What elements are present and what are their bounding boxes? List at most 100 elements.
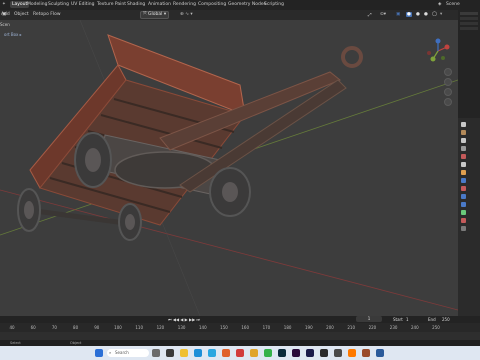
start-frame-value[interactable]: 1 xyxy=(406,317,409,322)
end-frame-label: End xyxy=(428,317,436,322)
grid-view-icon[interactable] xyxy=(444,98,452,106)
outliner-label: Scen xyxy=(0,22,10,27)
gizmo-toggle-icon[interactable]: ⤢ xyxy=(368,12,372,18)
zoom-icon[interactable] xyxy=(444,68,452,76)
timeline-tick-label: 40 xyxy=(9,325,15,330)
material-tab-icon[interactable] xyxy=(461,218,466,223)
tab-animation[interactable]: Animation xyxy=(148,2,171,7)
modifier-tab-icon[interactable] xyxy=(461,178,466,183)
orientation-value: Global xyxy=(148,12,163,17)
premiere-icon[interactable] xyxy=(292,349,300,357)
app-green-icon[interactable] xyxy=(264,349,272,357)
app-blue-icon[interactable] xyxy=(376,349,384,357)
shading-solid-icon[interactable]: ● xyxy=(406,12,412,17)
outliner-row[interactable] xyxy=(460,12,478,15)
retopoflow-menu[interactable]: Retopo Flow xyxy=(33,12,61,17)
current-frame-field[interactable]: 1 xyxy=(356,316,382,322)
app-icon[interactable] xyxy=(166,349,174,357)
world-tab-icon[interactable] xyxy=(461,162,466,167)
outliner-row[interactable] xyxy=(460,22,478,25)
workspace-bar: ✦ Layout Modeling Sculpting UV Editing T… xyxy=(0,0,480,10)
data-tab-icon[interactable] xyxy=(461,210,466,215)
outliner-row[interactable] xyxy=(460,17,478,20)
after-effects-icon[interactable] xyxy=(306,349,314,357)
taskbar: ⌕ Search xyxy=(0,346,480,360)
trailer-model[interactable] xyxy=(17,34,363,241)
windows-start-icon[interactable] xyxy=(95,349,103,357)
timeline-track[interactable] xyxy=(0,332,480,340)
timeline-tick-label: 170 xyxy=(262,325,271,330)
view-layer-tab-icon[interactable] xyxy=(461,146,466,151)
tab-scripting[interactable]: Scripting xyxy=(264,2,284,7)
tab-shading[interactable]: Shading xyxy=(127,2,145,7)
navigation-gizmo[interactable] xyxy=(425,38,451,64)
orientation-icon: ⤧ xyxy=(143,12,147,17)
app-gray-icon[interactable] xyxy=(334,349,342,357)
timeline-tick-label: 250 xyxy=(432,325,440,330)
camera-icon[interactable] xyxy=(444,88,452,96)
app-brown-icon[interactable] xyxy=(362,349,370,357)
illustrator-icon[interactable] xyxy=(348,349,356,357)
timeline-tick-label: 110 xyxy=(135,325,144,330)
output-tab-icon[interactable] xyxy=(461,138,466,143)
timeline-tick-label: 100 xyxy=(114,325,122,330)
overlay-toggle-icon[interactable]: ⊙▾ xyxy=(380,12,386,17)
object-menu[interactable]: Object xyxy=(14,12,29,17)
render-tab-icon[interactable] xyxy=(461,130,466,135)
scene-icon[interactable]: ◈ xyxy=(438,2,441,7)
scene-collection-label: ort Box ▸ xyxy=(4,32,22,37)
edge-icon[interactable] xyxy=(194,349,202,357)
tab-geometry-nodes[interactable]: Geometry Nodes xyxy=(228,2,266,7)
app-dark-icon[interactable] xyxy=(320,349,328,357)
folder-icon[interactable] xyxy=(250,349,258,357)
store-icon[interactable] xyxy=(208,349,216,357)
timeline-tick-label: 190 xyxy=(304,325,313,330)
task-view-icon[interactable] xyxy=(152,349,160,357)
viewport-canvas[interactable] xyxy=(0,20,458,316)
tab-sculpting[interactable]: Sculpting xyxy=(48,2,69,7)
properties-panel[interactable] xyxy=(458,118,480,316)
timeline-tick-label: 90 xyxy=(94,325,100,330)
blender-icon[interactable] xyxy=(222,349,230,357)
scene-tab-icon[interactable] xyxy=(461,154,466,159)
xray-icon[interactable]: ▣ xyxy=(396,12,400,17)
chrome-icon[interactable] xyxy=(236,349,244,357)
tab-uv-editing[interactable]: UV Editing xyxy=(71,2,94,7)
file-explorer-icon[interactable] xyxy=(180,349,188,357)
photoshop-icon[interactable] xyxy=(278,349,286,357)
blender-menu-icon[interactable]: ✦ xyxy=(2,2,6,7)
tool-tab-icon[interactable] xyxy=(461,122,466,127)
playback-controls[interactable]: ⏮ ◀◀ ◀ ▶ ▶▶ ⏭ xyxy=(168,317,200,322)
timeline-tick-label: 160 xyxy=(241,325,250,330)
shading-options-icon[interactable]: ▾ xyxy=(440,12,442,17)
tab-texture-paint[interactable]: Texture Paint xyxy=(97,2,126,7)
tab-modeling[interactable]: Modeling xyxy=(27,2,47,7)
timeline[interactable]: ⏮ ◀◀ ◀ ▶ ▶▶ ⏭ 1 Start 1 End 250 40 60 70 80… xyxy=(0,316,480,340)
shading-material-icon[interactable]: ● xyxy=(416,12,420,17)
scene-label[interactable]: Scene xyxy=(446,2,460,7)
timeline-tick-label: 60 xyxy=(30,325,36,330)
timeline-tick-label: 220 xyxy=(368,325,377,330)
timeline-tick-label: 150 xyxy=(220,325,228,330)
pivot-icon[interactable]: ⊕ ∿ ▾ xyxy=(180,12,193,17)
shading-wire-icon[interactable]: ◯ xyxy=(432,12,437,17)
add-menu[interactable]: Add xyxy=(1,12,10,17)
start-frame-label: Start xyxy=(393,317,403,322)
timeline-tick-label: 200 xyxy=(326,325,334,330)
pan-hand-icon[interactable] xyxy=(444,78,452,86)
physics-tab-icon[interactable] xyxy=(461,194,466,199)
transform-orientation-dropdown[interactable]: ⤧ Global ▾ xyxy=(140,11,170,19)
end-frame-value[interactable]: 250 xyxy=(442,317,450,322)
constraints-tab-icon[interactable] xyxy=(461,202,466,207)
object-tab-icon[interactable] xyxy=(461,170,466,175)
3d-viewport[interactable]: Scen ort Box ▸ xyxy=(0,20,458,316)
tab-compositing[interactable]: Compositing xyxy=(198,2,226,7)
tab-rendering[interactable]: Rendering xyxy=(173,2,196,7)
particles-tab-icon[interactable] xyxy=(461,186,466,191)
texture-tab-icon[interactable] xyxy=(461,226,466,231)
taskbar-search[interactable]: ⌕ Search xyxy=(107,349,149,357)
outliner-row[interactable] xyxy=(460,27,478,30)
status-object: Object xyxy=(70,341,82,345)
timeline-tick-label: 130 xyxy=(177,325,186,330)
shading-rendered-icon[interactable]: ● xyxy=(424,12,428,17)
